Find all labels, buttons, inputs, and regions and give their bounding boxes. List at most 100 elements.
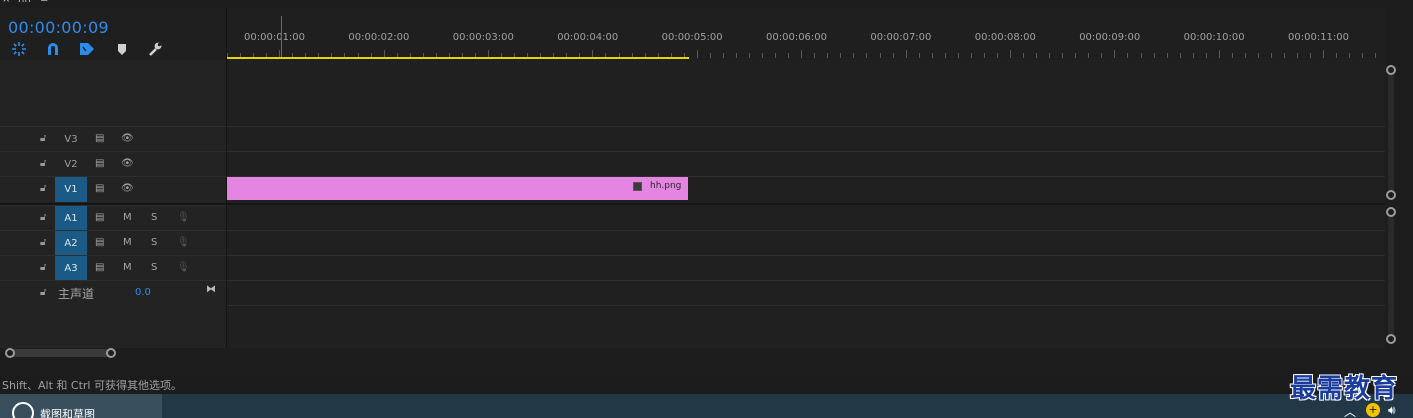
ruler-tick — [1362, 53, 1364, 58]
linked-selection-icon[interactable] — [44, 40, 62, 58]
mute-button[interactable]: M — [123, 262, 132, 273]
video-vertical-scrollbar[interactable] — [1388, 70, 1394, 196]
ruler-tick — [1284, 53, 1286, 58]
tray-chevron-icon[interactable]: ︿ — [1344, 403, 1356, 418]
eye-icon[interactable]: 👁︎ — [121, 133, 134, 144]
video-clip[interactable]: hh.png — [227, 177, 688, 200]
watermark-logo: 最需教育 — [1290, 374, 1399, 404]
lock-icon[interactable]: 🔓︎ — [40, 212, 46, 223]
horizontal-scroll-thumb[interactable] — [10, 349, 111, 357]
microphone-icon[interactable]: 🎙︎ — [177, 212, 190, 223]
ruler-tick — [1114, 50, 1116, 58]
ruler-tick — [775, 53, 777, 58]
lock-icon[interactable]: 🔓︎ — [40, 133, 46, 144]
scroll-zoom-handle[interactable] — [1386, 190, 1396, 200]
volume-icon[interactable]: 🔊︎ — [1388, 403, 1396, 418]
work-area-bar[interactable] — [226, 57, 689, 59]
horizontal-scrollbar[interactable] — [10, 348, 1385, 358]
marker-icon[interactable] — [113, 40, 131, 58]
ruler-time-label: 00:00:08:00 — [974, 32, 1036, 43]
track-row-a2: 🔓︎ A2 ▤ M S 🎙︎ — [0, 230, 226, 256]
ruler-tick — [1127, 53, 1129, 58]
ruler-time-label: 00:00:04:00 — [557, 32, 619, 43]
microphone-icon[interactable]: 🎙︎ — [177, 262, 190, 273]
zoom-handle-right[interactable] — [106, 348, 116, 358]
sync-lock-icon[interactable]: ▤ — [95, 183, 104, 194]
playhead-line[interactable] — [281, 16, 282, 58]
track-label[interactable]: A1 — [55, 206, 87, 231]
ruler-tick — [918, 53, 920, 58]
track-separator — [227, 305, 1385, 306]
solo-button[interactable]: S — [151, 262, 157, 273]
lock-icon[interactable]: 🔓︎ — [40, 287, 46, 298]
scroll-zoom-handle[interactable] — [1386, 207, 1396, 217]
track-row-a1: 🔓︎ A1 ▤ M S 🎙︎ — [0, 205, 226, 231]
ruler-tick — [749, 53, 750, 58]
mute-button[interactable]: M — [123, 212, 132, 223]
track-label[interactable]: A3 — [55, 256, 87, 281]
ruler-tick — [931, 53, 933, 58]
ruler-tick — [983, 53, 985, 58]
sync-lock-icon[interactable]: ▤ — [95, 212, 104, 223]
track-row-master: 🔓︎ 主声道 0.0 ⧓ — [0, 280, 226, 305]
ruler-time-label: 00:00:09:00 — [1079, 32, 1141, 43]
sync-lock-icon[interactable]: ▤ — [95, 262, 104, 273]
scroll-zoom-handle[interactable] — [1386, 65, 1396, 75]
go-to-endpoint-icon[interactable]: ⧓ — [206, 284, 216, 295]
panel-menu-icon[interactable]: ≡ — [40, 0, 48, 5]
ruler-tick — [1062, 53, 1064, 58]
ruler-tick — [1297, 53, 1299, 58]
ruler-time-label: 00:00:02:00 — [348, 32, 410, 43]
track-label[interactable]: V2 — [55, 152, 87, 177]
audio-vertical-scrollbar[interactable] — [1388, 212, 1394, 340]
add-marker-icon[interactable] — [78, 40, 96, 58]
wrench-icon[interactable] — [146, 40, 164, 58]
track-label[interactable]: A2 — [55, 231, 87, 256]
ruler-tick — [1349, 53, 1351, 58]
sync-lock-icon[interactable]: ▤ — [95, 237, 104, 248]
ruler-tick — [827, 53, 829, 58]
lock-icon[interactable]: 🔓︎ — [40, 237, 46, 248]
track-label[interactable]: V1 — [55, 177, 87, 202]
ruler-tick — [944, 53, 946, 58]
microphone-icon[interactable]: 🎙︎ — [177, 237, 190, 248]
playhead-timecode[interactable]: 00:00:00:09 — [8, 18, 109, 37]
ruler-tick — [709, 53, 711, 58]
ruler-tick — [788, 53, 790, 58]
master-volume-value[interactable]: 0.0 — [135, 287, 151, 298]
status-hint-text: Shift、Alt 和 Ctrl 可获得其他选项。 — [2, 379, 182, 392]
ruler-tick — [957, 53, 959, 58]
track-separator — [227, 230, 1385, 231]
ruler-tick — [1310, 53, 1312, 58]
ruler-tick — [801, 50, 803, 58]
close-tab-icon[interactable]: × — [2, 0, 10, 5]
track-label[interactable]: V3 — [55, 127, 87, 152]
lock-icon[interactable]: 🔓︎ — [40, 262, 46, 273]
ruler-tick — [1192, 53, 1194, 58]
eye-icon[interactable]: 👁︎ — [121, 158, 134, 169]
image-file-icon — [633, 182, 642, 191]
ruler-tick — [892, 53, 894, 58]
eye-icon[interactable]: 👁︎ — [121, 183, 134, 194]
ruler-tick — [1179, 53, 1181, 58]
mute-button[interactable]: M — [123, 237, 132, 248]
solo-button[interactable]: S — [151, 237, 157, 248]
sync-lock-icon[interactable]: ▤ — [95, 133, 104, 144]
windows-taskbar: 截图和草图 — [0, 394, 1413, 418]
snap-icon[interactable] — [10, 40, 28, 58]
clip-name: hh.png — [650, 181, 682, 191]
lock-icon[interactable]: 🔓︎ — [40, 183, 46, 194]
status-bar: Shift、Alt 和 Ctrl 可获得其他选项。 — [0, 374, 1413, 394]
ruler-tick — [1166, 53, 1168, 58]
ruler-tick — [1023, 53, 1025, 58]
master-track-label: 主声道 — [58, 287, 95, 301]
tray-app-icon[interactable]: + — [1366, 403, 1380, 417]
zoom-handle-left[interactable] — [5, 348, 15, 358]
ruler-tick — [762, 53, 764, 58]
sequence-tab[interactable]: hh — [18, 0, 31, 5]
scroll-zoom-handle[interactable] — [1386, 334, 1396, 344]
taskbar-app-snip-sketch[interactable]: 截图和草图 — [0, 394, 162, 418]
lock-icon[interactable]: 🔓︎ — [40, 158, 46, 169]
sync-lock-icon[interactable]: ▤ — [95, 158, 104, 169]
solo-button[interactable]: S — [151, 212, 157, 223]
